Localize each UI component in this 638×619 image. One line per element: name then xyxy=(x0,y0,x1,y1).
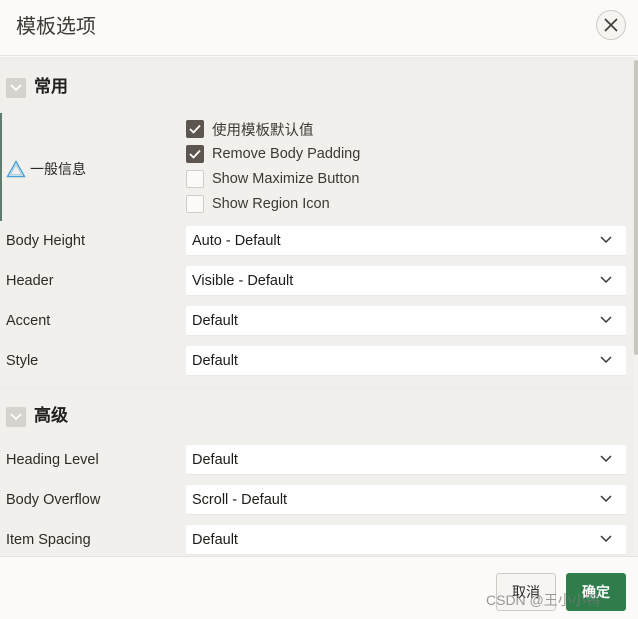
dialog-footer: 取消 确定 xyxy=(0,556,638,619)
chevron-down-icon xyxy=(600,276,612,284)
check-icon xyxy=(189,149,201,159)
ok-button[interactable]: 确定 xyxy=(566,573,626,611)
section-advanced-title: 高级 xyxy=(34,406,68,426)
chevron-down-icon xyxy=(600,356,612,364)
scrollbar-thumb[interactable] xyxy=(634,60,638,355)
checkbox-remove-body-padding[interactable]: Remove Body Padding xyxy=(186,144,360,164)
chevron-down-icon xyxy=(10,84,22,92)
select-item-spacing[interactable]: Default xyxy=(186,525,626,555)
cancel-button[interactable]: 取消 xyxy=(496,573,556,611)
checkbox-use-template-defaults[interactable]: 使用模板默认值 xyxy=(186,119,314,139)
section-common-header[interactable]: 常用 xyxy=(0,61,634,109)
checkbox-box[interactable] xyxy=(186,170,204,188)
check-icon xyxy=(189,124,201,134)
select-value: Scroll - Default xyxy=(192,491,288,508)
checkbox-label: 使用模板默认值 xyxy=(212,122,314,139)
checkbox-label: Show Maximize Button xyxy=(212,171,360,187)
template-options-dialog: 模板选项 常用 一般信息 使用模板默认值 Remove Body Padding… xyxy=(0,0,638,619)
select-value: Default xyxy=(192,531,238,548)
checkbox-label: Remove Body Padding xyxy=(212,146,361,162)
group-general-text: 一般信息 xyxy=(30,162,86,178)
field-label-body-overflow: Body Overflow xyxy=(6,492,101,508)
chevron-down-icon xyxy=(600,316,612,324)
select-value: Default xyxy=(192,312,238,329)
group-general-label: 一般信息 xyxy=(6,159,86,179)
checkbox-label: Show Region Icon xyxy=(212,196,330,212)
close-icon xyxy=(604,18,618,32)
dialog-content: 常用 一般信息 使用模板默认值 Remove Body Padding Show… xyxy=(0,57,634,556)
group-accent-bar xyxy=(0,113,2,221)
field-label-body-height: Body Height xyxy=(6,233,85,249)
chevron-down-icon xyxy=(600,535,612,543)
select-heading-level[interactable]: Default xyxy=(186,445,626,475)
dialog-title: 模板选项 xyxy=(16,14,96,38)
section-common-title: 常用 xyxy=(34,77,68,97)
field-label-header: Header xyxy=(6,273,54,289)
field-label-item-spacing: Item Spacing xyxy=(6,532,91,548)
dialog-header: 模板选项 xyxy=(0,0,638,56)
checkbox-show-region-icon[interactable]: Show Region Icon xyxy=(186,194,330,214)
warning-triangle-icon xyxy=(6,160,26,178)
section-advanced: 高级 Heading Level Default Body Overflow S… xyxy=(0,390,634,556)
chevron-down-icon xyxy=(600,495,612,503)
select-value: Auto - Default xyxy=(192,232,281,249)
checkbox-box[interactable] xyxy=(186,195,204,213)
select-body-overflow[interactable]: Scroll - Default xyxy=(186,485,626,515)
close-button[interactable] xyxy=(596,10,626,40)
checkbox-show-maximize-button[interactable]: Show Maximize Button xyxy=(186,169,359,189)
field-label-heading-level: Heading Level xyxy=(6,452,99,468)
field-label-accent: Accent xyxy=(6,313,51,329)
chevron-down-icon xyxy=(10,413,22,421)
section-advanced-toggle[interactable] xyxy=(6,407,26,427)
select-value: Default xyxy=(192,451,238,468)
select-value: Default xyxy=(192,352,238,369)
select-style[interactable]: Default xyxy=(186,346,626,376)
select-value: Visible - Default xyxy=(192,272,294,289)
chevron-down-icon xyxy=(600,236,612,244)
section-advanced-header[interactable]: 高级 xyxy=(0,390,634,438)
select-body-height[interactable]: Auto - Default xyxy=(186,226,626,256)
section-common: 常用 一般信息 使用模板默认值 Remove Body Padding Show… xyxy=(0,61,634,386)
checkbox-box[interactable] xyxy=(186,120,204,138)
select-accent[interactable]: Default xyxy=(186,306,626,336)
checkbox-box[interactable] xyxy=(186,145,204,163)
select-header[interactable]: Visible - Default xyxy=(186,266,626,296)
chevron-down-icon xyxy=(600,455,612,463)
field-label-style: Style xyxy=(6,353,39,369)
section-common-toggle[interactable] xyxy=(6,78,26,98)
